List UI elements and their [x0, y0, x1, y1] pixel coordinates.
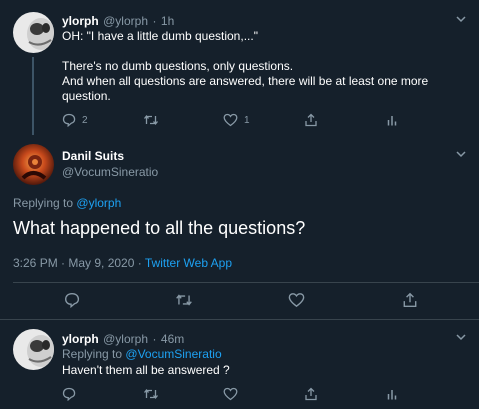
- display-name[interactable]: Danil Suits: [62, 149, 124, 163]
- chevron-down-icon[interactable]: [454, 147, 468, 161]
- like-button[interactable]: [223, 387, 238, 401]
- avatar-ylorph[interactable]: [13, 12, 54, 53]
- tweet-line: And when all questions are answered, the…: [62, 74, 429, 88]
- share-button[interactable]: [304, 387, 318, 401]
- like-icon: [223, 113, 238, 127]
- handle[interactable]: @ylorph: [103, 14, 148, 28]
- retweet-button[interactable]: [143, 113, 159, 127]
- like-icon: [223, 387, 238, 401]
- tweet-line: question.: [62, 89, 111, 103]
- replying-to: Replying to @VocumSineratio: [62, 347, 222, 361]
- display-name[interactable]: ylorph: [62, 14, 99, 28]
- tweet-ylorph-reply[interactable]: ylorph @ylorph · 46m Replying to @VocumS…: [0, 320, 479, 409]
- analytics-button[interactable]: [386, 387, 398, 401]
- share-icon: [305, 387, 317, 401]
- reply-icon: [65, 293, 80, 308]
- reply-icon: [62, 113, 76, 127]
- separator-dot: ·: [152, 14, 157, 28]
- display-name[interactable]: ylorph: [62, 332, 99, 346]
- tweet-danil-focused: Danil Suits @VocumSineratio Replying to …: [0, 135, 479, 319]
- share-icon: [403, 292, 417, 307]
- tweet-header: ylorph @ylorph · 46m: [62, 330, 184, 348]
- retweet-icon: [143, 114, 159, 126]
- share-icon: [305, 113, 317, 127]
- tweet-datetime[interactable]: 3:26 PM · May 9, 2020 ·: [13, 256, 142, 270]
- analytics-icon: [387, 390, 397, 400]
- retweet-button[interactable]: [175, 292, 193, 308]
- tweet-text: OH: "I have a little dumb question,..." …: [62, 29, 462, 104]
- timestamp[interactable]: 1h: [161, 14, 174, 28]
- thread-line: [32, 57, 34, 135]
- divider: [13, 282, 479, 283]
- avatar-ylorph[interactable]: [13, 329, 54, 370]
- retweet-icon: [176, 294, 192, 306]
- tweet-line: OH: "I have a little dumb question,...": [62, 29, 258, 43]
- separator-dot: ·: [152, 332, 157, 346]
- handle[interactable]: @VocumSineratio: [62, 165, 158, 179]
- analytics-button[interactable]: [386, 113, 398, 127]
- reply-button[interactable]: [64, 292, 80, 308]
- reply-icon: [62, 387, 76, 401]
- retweet-button[interactable]: [143, 387, 159, 401]
- tweet-header: ylorph @ylorph · 1h: [62, 12, 174, 30]
- like-count: 1: [244, 114, 250, 126]
- replying-to-handle[interactable]: @ylorph: [76, 196, 121, 210]
- like-button[interactable]: 1: [223, 113, 250, 127]
- tweet-text: Haven't them all be answered ?: [62, 363, 230, 377]
- tweet-ylorph-parent[interactable]: ylorph @ylorph · 1h OH: "I have a little…: [0, 0, 479, 135]
- replying-to-label: Replying to: [62, 347, 123, 361]
- analytics-icon: [387, 116, 397, 126]
- tweet-source[interactable]: Twitter Web App: [145, 256, 232, 270]
- timeline: ylorph @ylorph · 1h OH: "I have a little…: [0, 0, 479, 409]
- share-button[interactable]: [304, 113, 318, 127]
- focused-tweet-text: What happened to all the questions?: [13, 218, 306, 238]
- reply-button[interactable]: 2: [62, 113, 88, 127]
- like-icon: [288, 293, 305, 308]
- tweet-meta: 3:26 PM · May 9, 2020 · Twitter Web App: [13, 256, 232, 270]
- retweet-icon: [143, 388, 159, 400]
- avatar-danil[interactable]: [13, 144, 54, 185]
- replying-to: Replying to @ylorph: [13, 196, 121, 210]
- reply-count: 2: [82, 114, 88, 126]
- share-button[interactable]: [402, 292, 418, 308]
- chevron-down-icon[interactable]: [454, 330, 468, 344]
- tweet-line: There's no dumb questions, only question…: [62, 59, 294, 73]
- chevron-down-icon[interactable]: [454, 12, 468, 26]
- reply-button[interactable]: [62, 387, 76, 401]
- like-button[interactable]: [288, 292, 305, 308]
- timestamp[interactable]: 46m: [161, 332, 184, 346]
- handle[interactable]: @ylorph: [103, 332, 148, 346]
- replying-to-label: Replying to: [13, 196, 74, 210]
- replying-to-handle[interactable]: @VocumSineratio: [125, 347, 221, 361]
